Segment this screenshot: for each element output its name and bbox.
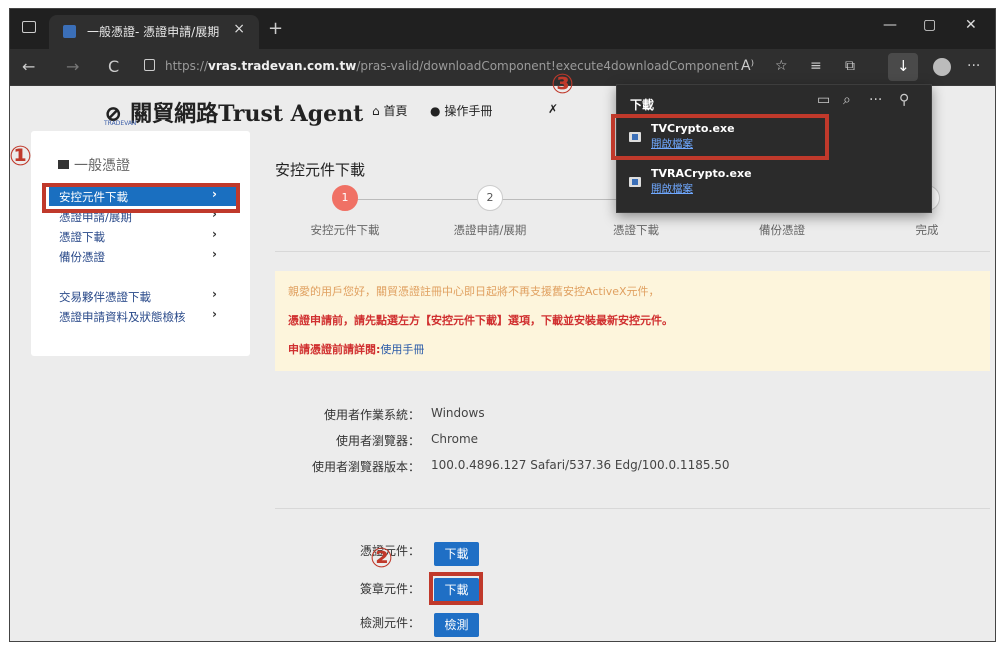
check-component-button[interactable]: 檢測 xyxy=(434,613,479,637)
browser-window: 一般憑證- 憑證申請/展期 × + — ▢ ✕ ← → C https://vr… xyxy=(9,8,996,642)
nav-home[interactable]: ⌂ 首頁 xyxy=(372,102,407,119)
url-domain: vras.tradevan.com.tw xyxy=(208,59,357,73)
search-icon[interactable]: ⌕ xyxy=(843,92,851,108)
logo-subtext: TRADEVAN xyxy=(104,120,137,127)
annotation-number-2: ② xyxy=(370,543,393,574)
step-1-circle: 1 xyxy=(332,185,358,211)
chevron-right-icon: › xyxy=(212,227,217,241)
open-file-link[interactable]: 開啟檔案 xyxy=(651,181,693,196)
tab-title: 一般憑證- 憑證申請/展期 xyxy=(87,25,220,39)
sidebar-item-cert-download[interactable]: 憑證下載 › xyxy=(49,226,239,246)
sidebar-item-label: 交易夥伴憑證下載 xyxy=(59,290,151,304)
refresh-icon[interactable]: C xyxy=(108,57,119,76)
annotation-box-3 xyxy=(611,114,829,160)
home-icon: ⌂ xyxy=(372,104,380,118)
step-2-circle: 2 xyxy=(477,185,503,211)
sidebar-item-partner-download[interactable]: 交易夥伴憑證下載 › xyxy=(49,286,239,306)
cert-component-label: 憑證元件： xyxy=(359,544,420,558)
step-1-label: 安控元件下載 xyxy=(310,223,380,237)
os-label: 使用者作業系統： xyxy=(323,408,420,422)
site-favicon-icon xyxy=(63,25,76,38)
notice-box: 親愛的用戶您好，關貿憑證註冊中心即日起將不再支援舊安控ActiveX元件， 憑證… xyxy=(275,271,990,371)
book-icon xyxy=(58,160,69,169)
tab-close-icon[interactable]: × xyxy=(233,21,245,37)
read-aloud-icon[interactable]: A⁾ xyxy=(741,58,754,74)
url-path: /pras-valid/downloadComponent!execute4do… xyxy=(356,59,739,73)
notice-prefix: 申請憑證前請詳閱: xyxy=(288,343,381,356)
notice-line-2: 憑證申請前，請先點選左方【安控元件下載】選項，下載並安裝最新安控元件。 xyxy=(288,314,673,327)
lock-icon[interactable] xyxy=(144,59,155,71)
back-icon[interactable]: ← xyxy=(22,57,35,76)
download-item-tvracrypto[interactable]: TVRACrypto.exe 開啟檔案 xyxy=(617,165,931,203)
nav-home-label: 首頁 xyxy=(383,104,408,118)
cert-component-download-button[interactable]: 下載 xyxy=(434,542,479,566)
annotation-box-1 xyxy=(42,183,240,213)
question-icon: ● xyxy=(430,104,441,118)
step-2-label: 憑證申請/展期 xyxy=(453,223,527,237)
exe-file-icon xyxy=(629,177,641,187)
add-favorite-icon[interactable]: ☆ xyxy=(775,58,788,74)
downloads-flyout: 下載 ▭ ⌕ ··· ⚲ TVCrypto.exe 開啟檔案 TVRACrypt… xyxy=(611,84,932,213)
downloads-title: 下載 xyxy=(630,98,655,112)
minimize-icon[interactable]: — xyxy=(883,17,897,33)
sidebar: 一般憑證 安控元件下載 › 憑證申請/展期 › 憑證下載 › 備份憑證 › 交易夥伴憑證… xyxy=(31,131,250,356)
manual-link[interactable]: 使用手冊 xyxy=(380,343,424,356)
sidebar-item-label: 憑證申請資料及狀態檢核 xyxy=(59,310,186,324)
collections-icon[interactable]: ⧉ xyxy=(845,58,855,74)
url-field[interactable]: https://vras.tradevan.com.tw/pras-valid/… xyxy=(165,59,739,73)
sidebar-item-label: 備份憑證 xyxy=(59,250,105,264)
chevron-right-icon: › xyxy=(212,247,217,261)
sidebar-heading-label: 一般憑證 xyxy=(74,158,130,174)
browser-version-label: 使用者瀏覽器版本： xyxy=(311,460,420,474)
chevron-right-icon: › xyxy=(212,287,217,301)
site-logo[interactable]: ⊘ 關貿網路Trust Agent xyxy=(104,96,363,128)
step-5-label: 完成 xyxy=(915,223,939,237)
new-tab-icon[interactable]: + xyxy=(268,18,283,39)
download-filename: TVRACrypto.exe xyxy=(651,167,752,180)
open-folder-icon[interactable]: ▭ xyxy=(817,92,830,108)
downloads-button[interactable]: ↓ xyxy=(888,53,918,81)
more-menu-icon[interactable]: ··· xyxy=(967,58,980,74)
download-arrow-icon: ↓ xyxy=(897,57,910,75)
pin-icon[interactable]: ⚲ xyxy=(899,92,909,108)
sidebar-item-status-check[interactable]: 憑證申請資料及狀態檢核 › xyxy=(49,306,239,326)
annotation-number-3: ③ xyxy=(551,69,574,100)
sidebar-item-backup[interactable]: 備份憑證 › xyxy=(49,246,239,266)
sidebar-heading: 一般憑證 xyxy=(58,155,130,175)
title-bar: 一般憑證- 憑證申請/展期 × + — ▢ ✕ xyxy=(10,9,995,49)
maximize-icon[interactable]: ▢ xyxy=(923,17,936,33)
browser-tab[interactable]: 一般憑證- 憑證申請/展期 × xyxy=(49,15,259,49)
step-3-label: 憑證下載 xyxy=(613,223,659,237)
close-window-icon[interactable]: ✕ xyxy=(965,17,977,33)
nav-manual-label: 操作手冊 xyxy=(444,104,493,118)
forward-icon[interactable]: → xyxy=(66,57,79,76)
check-component-label: 檢測元件： xyxy=(359,616,420,630)
page-title: 安控元件下載 xyxy=(275,161,366,179)
os-value: Windows xyxy=(431,406,485,420)
logo-text: 關貿網路Trust Agent xyxy=(130,101,364,127)
browser-version-value: 100.0.4896.127 Safari/537.36 Edg/100.0.1… xyxy=(431,458,730,472)
annotation-box-2 xyxy=(429,572,483,605)
nav-manual[interactable]: ● 操作手冊 xyxy=(430,102,492,119)
notice-line-3: 申請憑證前請詳閱:使用手冊 xyxy=(288,341,424,357)
url-prefix: https:// xyxy=(165,59,209,73)
favorites-icon[interactable]: ≡ xyxy=(810,58,822,74)
browser-label: 使用者瀏覽器： xyxy=(335,434,420,448)
sign-component-label: 簽章元件： xyxy=(359,582,420,596)
notice-line-1: 親愛的用戶您好，關貿憑證註冊中心即日起將不再支援舊安控ActiveX元件， xyxy=(288,285,660,298)
divider xyxy=(275,251,990,252)
sidebar-item-label: 憑證下載 xyxy=(59,230,105,244)
more-options-icon[interactable]: ··· xyxy=(869,92,882,108)
address-bar-row: ← → C https://vras.tradevan.com.tw/pras-… xyxy=(10,49,995,86)
tab-actions-icon[interactable] xyxy=(22,21,36,33)
nav-tool-icon[interactable]: ✗ xyxy=(548,102,558,116)
browser-value: Chrome xyxy=(431,432,479,446)
chevron-right-icon: › xyxy=(212,307,217,321)
divider xyxy=(275,508,990,509)
profile-avatar[interactable] xyxy=(933,58,951,76)
annotation-number-1: ① xyxy=(9,141,32,172)
step-4-label: 備份憑證 xyxy=(759,223,805,237)
